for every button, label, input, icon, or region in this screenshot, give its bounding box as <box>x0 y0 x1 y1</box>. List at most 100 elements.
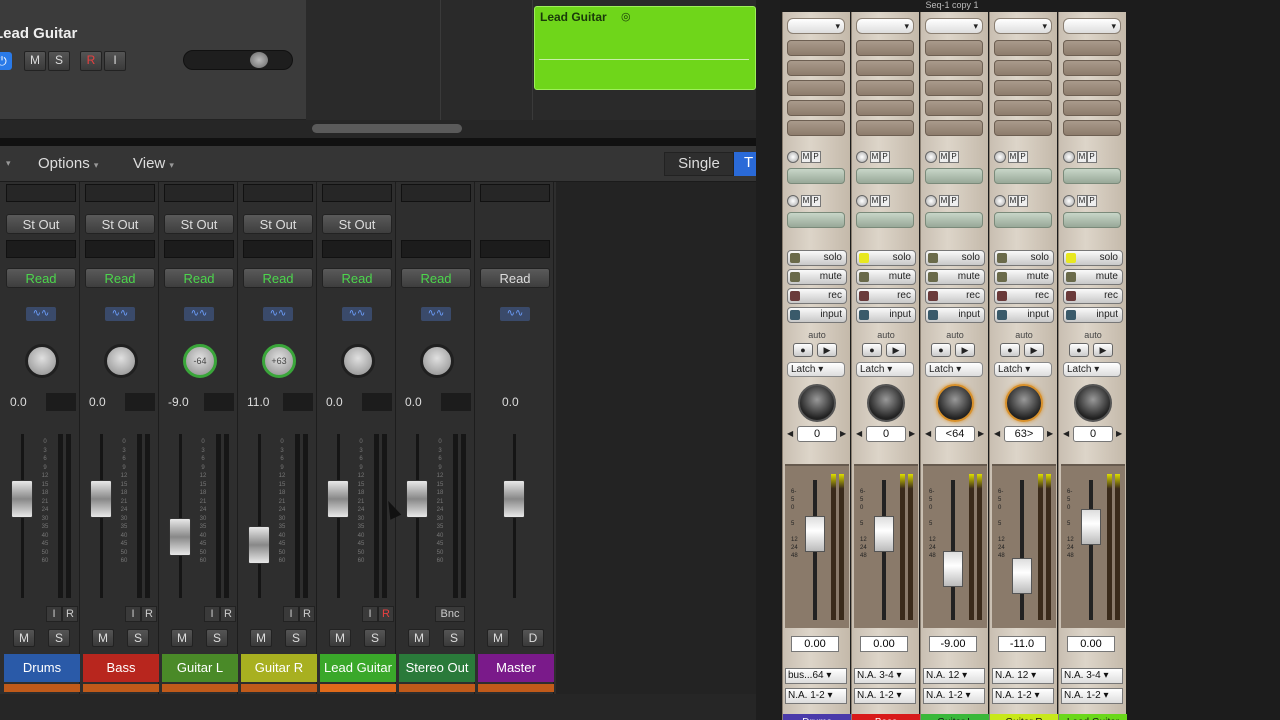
insert-selector[interactable]: ▾ <box>787 18 845 34</box>
automation-mode-select[interactable]: Latch ▾ <box>856 362 914 377</box>
output-selector[interactable]: N.A. 12 ▾ <box>923 668 985 684</box>
output-button[interactable]: St Out <box>243 214 313 234</box>
send-slot[interactable] <box>787 168 845 184</box>
fader-value[interactable]: 0.0 <box>10 393 40 411</box>
group-slot[interactable] <box>401 240 471 258</box>
mute-button[interactable]: M <box>171 629 193 647</box>
automation-mode-button[interactable]: Read <box>6 268 76 288</box>
setting-slot[interactable] <box>401 184 471 202</box>
play-icon[interactable]: ▶ <box>955 343 975 357</box>
solo-button[interactable]: solo <box>856 250 916 266</box>
mute-button[interactable]: mute <box>856 269 916 285</box>
send-slot[interactable] <box>1063 168 1121 184</box>
insert-slot[interactable] <box>856 60 914 76</box>
pan-knob[interactable] <box>867 384 905 422</box>
volume-fader[interactable] <box>805 516 825 552</box>
pan-knob[interactable] <box>341 344 375 378</box>
fader-value[interactable]: -11.0 <box>998 636 1046 652</box>
group-slot[interactable] <box>322 240 392 258</box>
track-volume-slider[interactable] <box>183 50 293 70</box>
insert-slot[interactable] <box>787 60 845 76</box>
send-slot[interactable] <box>1063 212 1121 228</box>
bounce-button[interactable]: Bnc <box>435 606 465 622</box>
insert-slot[interactable] <box>787 80 845 96</box>
send-slot[interactable] <box>925 212 983 228</box>
volume-fader[interactable] <box>169 517 191 556</box>
send-controls[interactable]: MP <box>994 150 1028 164</box>
solo-button[interactable]: S <box>443 629 465 647</box>
pan-right-arrow-icon[interactable]: ▶ <box>978 426 984 442</box>
channel-name[interactable]: Master <box>478 654 554 682</box>
volume-fader[interactable] <box>90 480 112 519</box>
record-enable-button[interactable]: R <box>220 606 236 622</box>
pan-value[interactable]: <64 <box>935 426 975 442</box>
setting-slot[interactable] <box>85 184 155 202</box>
fader-value[interactable]: 0.0 <box>326 393 356 411</box>
group-slot[interactable] <box>6 240 76 258</box>
input-monitor-button[interactable]: input <box>856 307 916 323</box>
output-selector[interactable]: N.A. 3-4 ▾ <box>854 668 916 684</box>
volume-fader[interactable] <box>1081 509 1101 545</box>
insert-slot[interactable] <box>787 120 845 136</box>
send-controls[interactable]: MP <box>994 194 1028 208</box>
mute-button[interactable]: mute <box>787 269 847 285</box>
send-controls[interactable]: MP <box>925 150 959 164</box>
insert-slot[interactable] <box>1063 120 1121 136</box>
input-selector[interactable]: N.A. 1-2 ▾ <box>1061 688 1123 704</box>
automation-mode-select[interactable]: Latch ▾ <box>1063 362 1121 377</box>
volume-fader[interactable] <box>248 526 270 564</box>
channel-name[interactable]: Lead Guitar <box>1059 714 1127 720</box>
pan-knob[interactable] <box>104 344 138 378</box>
input-monitor-button[interactable]: input <box>994 307 1054 323</box>
pan-right-arrow-icon[interactable]: ▶ <box>909 426 915 442</box>
send-slot[interactable] <box>787 212 845 228</box>
channel-name[interactable]: Drums <box>783 714 851 720</box>
output-button[interactable]: St Out <box>6 214 76 234</box>
insert-selector[interactable]: ▾ <box>925 18 983 34</box>
track-input-button[interactable]: I <box>104 51 126 71</box>
fader-value[interactable]: 0.0 <box>89 393 119 411</box>
lead-guitar-region[interactable]: Lead Guitar ◎ <box>534 6 756 90</box>
insert-slot[interactable] <box>994 40 1052 56</box>
automation-mode-select[interactable]: Latch ▾ <box>994 362 1052 377</box>
solo-button[interactable]: S <box>285 629 307 647</box>
automation-mode-button[interactable]: Read <box>164 268 234 288</box>
chevron-down-icon[interactable]: ▾ <box>6 158 11 169</box>
fader-value[interactable]: 0.0 <box>502 393 532 411</box>
fader-value[interactable]: 0.0 <box>405 393 435 411</box>
pan-knob[interactable] <box>1005 384 1043 422</box>
pan-value[interactable]: 0 <box>797 426 837 442</box>
automation-mode-button[interactable]: Read <box>322 268 392 288</box>
mute-button[interactable]: M <box>329 629 351 647</box>
input-selector[interactable]: N.A. 1-2 ▾ <box>854 688 916 704</box>
track-solo-button[interactable]: S <box>48 51 70 71</box>
channel-name[interactable]: Guitar R <box>241 654 317 682</box>
insert-slot[interactable] <box>856 100 914 116</box>
pan-left-arrow-icon[interactable]: ◀ <box>925 426 931 442</box>
input-monitor-button[interactable]: input <box>925 307 985 323</box>
pan-knob[interactable] <box>1074 384 1112 422</box>
pan-knob[interactable]: -64 <box>183 344 217 378</box>
fader-value[interactable]: -9.0 <box>168 393 198 411</box>
record-enable-button[interactable]: R <box>378 606 394 622</box>
send-controls[interactable]: MP <box>856 150 890 164</box>
insert-slot[interactable] <box>1063 80 1121 96</box>
solo-button[interactable]: S <box>48 629 70 647</box>
insert-selector[interactable]: ▾ <box>1063 18 1121 34</box>
input-monitor-button[interactable]: I <box>125 606 141 622</box>
group-slot[interactable] <box>85 240 155 258</box>
volume-fader[interactable] <box>406 480 428 519</box>
setting-slot[interactable] <box>164 184 234 202</box>
solo-button[interactable]: solo <box>1063 250 1123 266</box>
output-button[interactable]: St Out <box>322 214 392 234</box>
automation-mode-select[interactable]: Latch ▾ <box>925 362 983 377</box>
record-button[interactable]: rec <box>994 288 1054 304</box>
record-icon[interactable]: ● <box>862 343 882 357</box>
output-button[interactable]: St Out <box>164 214 234 234</box>
solo-button[interactable]: solo <box>787 250 847 266</box>
input-selector[interactable]: N.A. 1-2 ▾ <box>992 688 1054 704</box>
insert-slot[interactable] <box>1063 100 1121 116</box>
pan-knob[interactable]: +63 <box>262 344 296 378</box>
record-button[interactable]: rec <box>787 288 847 304</box>
automation-transport[interactable]: ● ▶ <box>996 342 1048 358</box>
